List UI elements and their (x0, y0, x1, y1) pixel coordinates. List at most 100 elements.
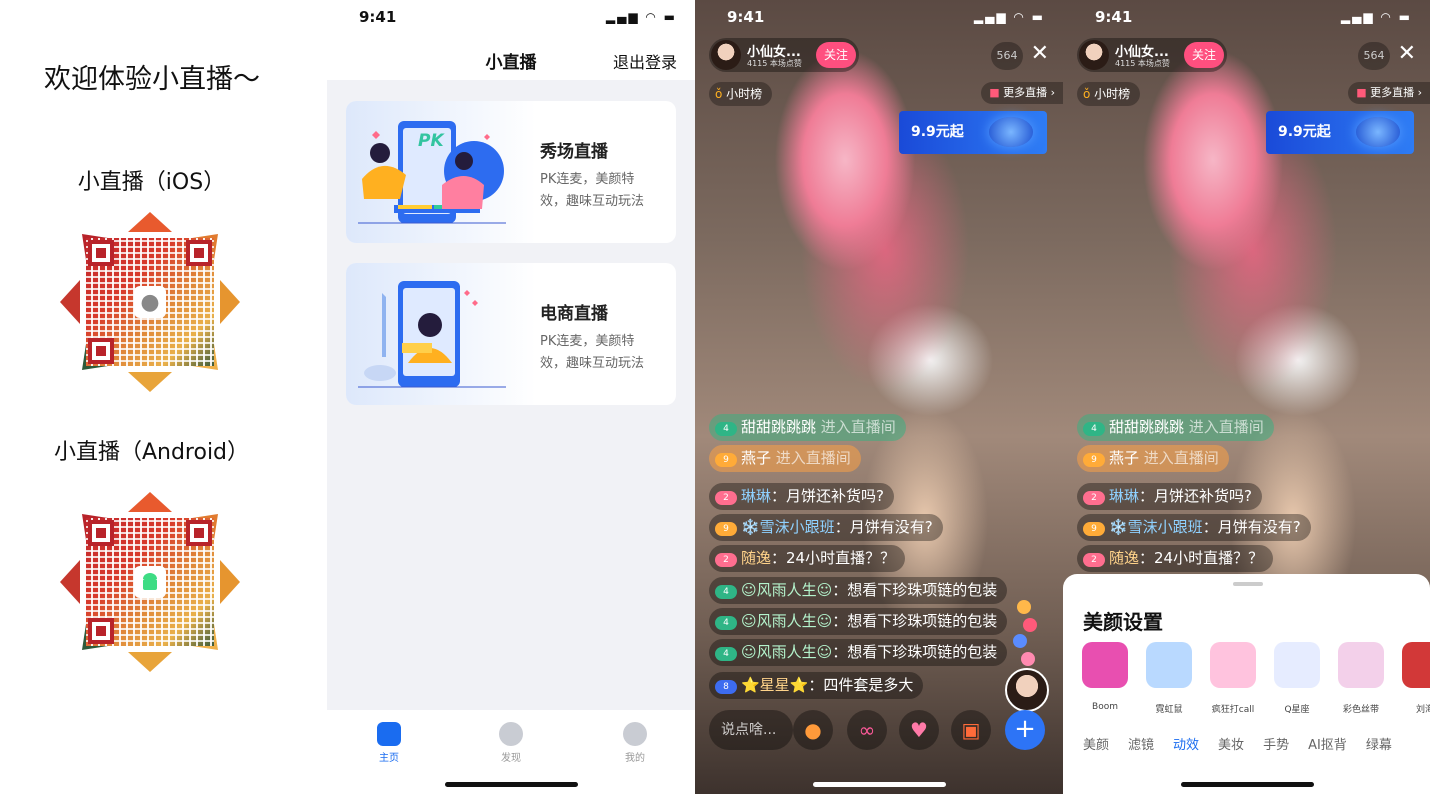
follow-button[interactable]: 关注 (1184, 42, 1224, 68)
tab-ai-matting[interactable]: AI抠背 (1308, 738, 1347, 753)
tab-green-screen[interactable]: 绿幕 (1366, 738, 1392, 753)
qr-finder (186, 520, 212, 546)
effect-thumbnail-icon (1082, 642, 1128, 688)
chat-message: 4 ☺风雨人生☺：想看下珍珠项链的包装 (709, 639, 1008, 666)
viewer-count[interactable]: 564 (991, 42, 1023, 70)
chat-username: 燕子 (741, 449, 772, 467)
medal-icon: ǒ (1083, 87, 1095, 101)
level-badge: 8 (715, 680, 737, 694)
promo-banner[interactable]: 9.9元起 (1266, 111, 1414, 154)
more-live-button[interactable]: ■ 更多直播 › (981, 82, 1063, 104)
beauty-tabs: 美颜 滤镜 动效 美妆 手势 AI抠背 绿幕 (1083, 734, 1411, 753)
tab-filter[interactable]: 滤镜 (1128, 738, 1154, 753)
hourly-rank-button[interactable]: ǒ 小时榜 (709, 82, 773, 106)
status-icons: ▂▄▆ ◠ ▬ (1340, 10, 1412, 24)
heart-like-icon[interactable]: ♥ (899, 710, 939, 750)
level-badge: 2 (715, 491, 737, 505)
promo-text: 9.9元起 (911, 124, 964, 140)
qr-pattern (86, 518, 214, 646)
more-live-button[interactable]: ■ 更多直播 › (1348, 82, 1430, 104)
chat-message: 2 随逸：24小时直播？？ (709, 545, 906, 572)
link-mic-icon[interactable]: ∞ (847, 710, 887, 750)
tab-home[interactable]: 主页 (359, 722, 419, 764)
avatar[interactable] (1005, 668, 1049, 712)
heart-icon (1021, 652, 1035, 666)
plus-icon[interactable]: + (1005, 710, 1045, 750)
level-badge: 4 (715, 616, 737, 630)
home-indicator (1181, 782, 1314, 787)
effect-item[interactable]: 疯狂打call (1205, 642, 1261, 715)
logout-button[interactable]: 退出登录 (613, 49, 677, 73)
more-live-label: 更多直播 › (1370, 86, 1422, 99)
gift-icon[interactable]: ▣ (951, 710, 991, 750)
ecommerce-illustration (358, 281, 506, 388)
tab-beauty[interactable]: 美颜 (1083, 738, 1109, 753)
android-label: 小直播（Android） (53, 440, 250, 465)
hourly-rank-button[interactable]: ǒ 小时榜 (1077, 82, 1141, 106)
chat-message: 4 甜甜跳跳跳 进入直播间 (709, 414, 906, 441)
chat-message: 9 燕子 进入直播间 (1077, 445, 1229, 472)
anchor-info[interactable]: 小仙女... 4115 本场点赞 关注 (709, 38, 859, 72)
pk-illustration (358, 121, 506, 224)
play-icon (1356, 117, 1400, 147)
effect-item[interactable]: 彩色丝带 (1333, 642, 1389, 715)
tab-motion[interactable]: 动效 (1173, 738, 1199, 753)
qr-finder (186, 240, 212, 266)
level-badge: 2 (1083, 491, 1105, 505)
home-indicator (813, 782, 946, 787)
chat-message: 9 ❄️雪沫小跟班：月饼有没有? (1077, 514, 1311, 541)
chat-text: ：24小时直播？？ (1139, 549, 1264, 567)
level-badge: 4 (715, 585, 737, 599)
chat-message: 2 琳琳：月饼还补货吗? (1077, 483, 1262, 510)
effect-item[interactable]: 霓虹鼠 (1141, 642, 1197, 715)
level-badge: 9 (1083, 522, 1105, 536)
chat-text: 进入直播间 (820, 418, 896, 436)
beauty-icon[interactable]: ● (793, 710, 833, 750)
avatar (1079, 40, 1109, 70)
card-title: 秀场直播 (540, 142, 608, 162)
ios-qr-code[interactable]: ● (60, 212, 240, 392)
status-icons: ▂▄▆ ◠ ▬ (605, 10, 677, 24)
tab-makeup[interactable]: 美妆 (1218, 738, 1244, 753)
sheet-title: 美颜设置 (1083, 610, 1163, 634)
live-room-beauty-screen: 9:41 ▂▄▆ ◠ ▬ 小仙女... 4115 本场点赞 关注 564 ✕ ǒ… (1063, 0, 1430, 794)
android-qr-code[interactable] (60, 492, 240, 672)
video-icon: ■ (1356, 86, 1371, 99)
level-badge: 9 (1083, 453, 1105, 467)
tab-profile[interactable]: 我的 (605, 722, 665, 764)
close-icon[interactable]: ✕ (1398, 41, 1416, 66)
chat-message: 4 ☺风雨人生☺：想看下珍珠项链的包装 (709, 608, 1008, 635)
close-icon[interactable]: ✕ (1031, 41, 1049, 66)
anchor-likes: 4115 本场点赞 (1115, 59, 1170, 68)
chat-username: ❄️雪沫小跟班 (1109, 518, 1203, 536)
effect-item[interactable]: Q星座 (1269, 642, 1325, 715)
beauty-settings-sheet: 美颜设置 Boom 霓虹鼠 疯狂打call Q星座 彩色丝带 刘海 美颜 滤镜 动效 美妆 手势 A… (1063, 574, 1430, 794)
play-icon (989, 117, 1033, 147)
tab-discover[interactable]: 发现 (481, 722, 541, 764)
follow-button[interactable]: 关注 (816, 42, 856, 68)
chat-message: 2 琳琳：月饼还补货吗? (709, 483, 894, 510)
chat-message: 9 燕子 进入直播间 (709, 445, 861, 472)
promo-text: 9.9元起 (1278, 124, 1331, 140)
anchor-info[interactable]: 小仙女... 4115 本场点赞 关注 (1077, 38, 1227, 72)
chat-text: ：月饼还补货吗? (1139, 487, 1252, 505)
effect-item[interactable]: 刘海 (1397, 642, 1430, 715)
comment-input[interactable]: 说点啥... (709, 710, 793, 750)
anchor-likes: 4115 本场点赞 (747, 59, 802, 68)
effect-label: 彩色丝带 (1342, 705, 1379, 715)
chat-text: ：想看下珍珠项链的包装 (832, 612, 998, 630)
promo-banner[interactable]: 9.9元起 (899, 111, 1047, 154)
home-screen: 9:41 ▂▄▆ ◠ ▬ 小直播 退出登录 PK 秀场直播 PK连麦，美颜特效，… (327, 0, 695, 794)
video-icon: ■ (989, 86, 1004, 99)
level-badge: 4 (715, 647, 737, 661)
tab-gesture[interactable]: 手势 (1263, 738, 1289, 753)
level-badge: 4 (715, 422, 737, 436)
ecommerce-live-card[interactable]: 电商直播 PK连麦，美颜特效，趣味互动玩法 (346, 263, 676, 405)
home-icon (377, 722, 401, 746)
show-live-card[interactable]: PK 秀场直播 PK连麦，美颜特效，趣味互动玩法 (346, 101, 676, 243)
viewer-count[interactable]: 564 (1358, 42, 1390, 70)
chat-text: 进入直播间 (775, 449, 851, 467)
sheet-handle[interactable] (1233, 582, 1263, 586)
effect-item[interactable]: Boom (1077, 642, 1133, 712)
qr-finder (88, 338, 114, 364)
